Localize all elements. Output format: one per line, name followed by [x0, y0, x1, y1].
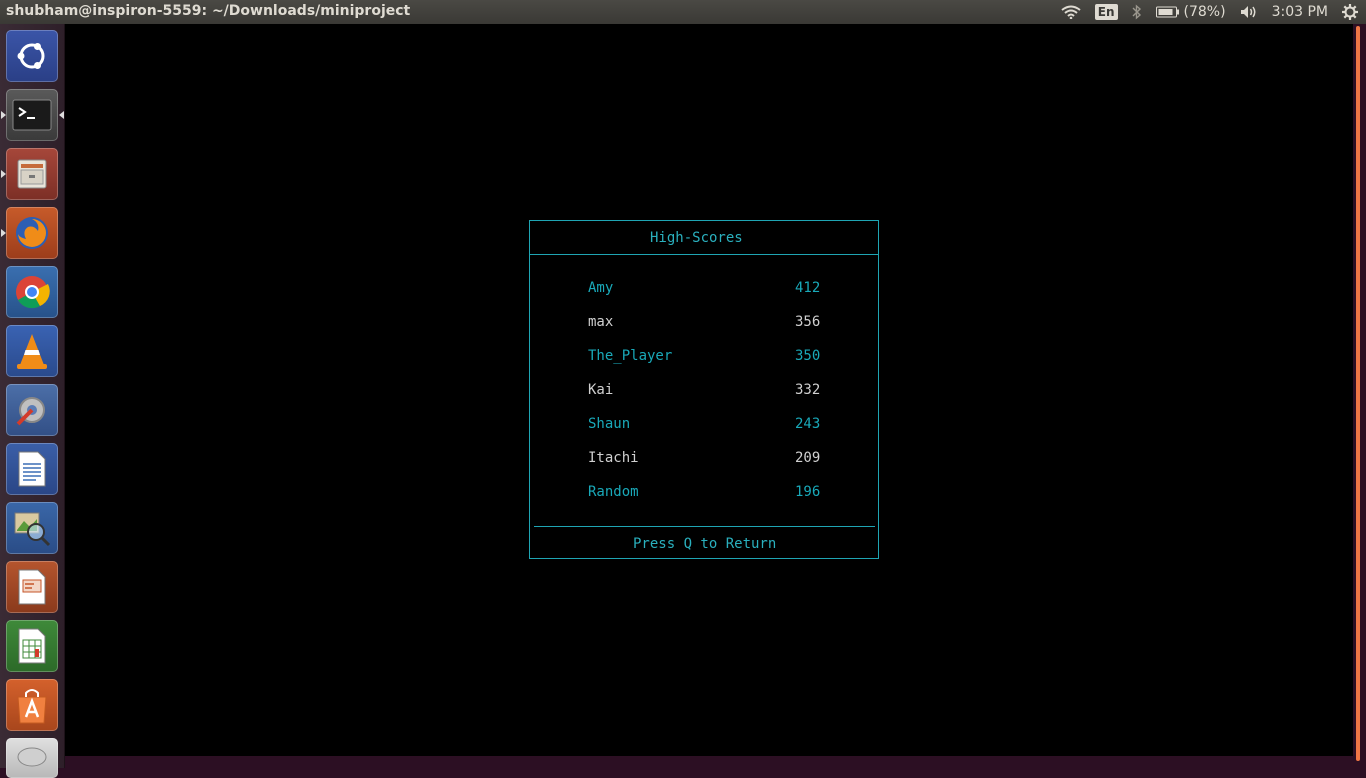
wifi-icon[interactable] — [1061, 5, 1081, 19]
launcher-ubuntu-dash[interactable] — [6, 30, 58, 82]
launcher-drive[interactable] — [6, 738, 58, 778]
top-panel: shubham@inspiron-5559: ~/Downloads/minip… — [0, 0, 1366, 24]
terminal-scrollbar[interactable] — [1353, 24, 1366, 768]
writer-document-icon — [18, 451, 46, 487]
player-score: 350 — [795, 348, 821, 364]
player-score: 209 — [795, 450, 821, 466]
launcher-software-center[interactable] — [6, 679, 58, 731]
volume-icon[interactable] — [1240, 5, 1258, 19]
score-row: Random 196 — [588, 484, 848, 502]
return-hint: Press Q to Return — [633, 536, 777, 552]
score-row: max 356 — [588, 314, 848, 332]
player-name: Amy — [588, 280, 614, 296]
launcher — [0, 24, 65, 778]
player-score: 196 — [795, 484, 821, 500]
ubuntu-logo-icon — [17, 43, 45, 69]
file-cabinet-icon — [17, 159, 47, 189]
software-center-bag-icon — [17, 689, 47, 724]
image-viewer-magnifier-icon — [14, 512, 51, 547]
battery-percent: (78%) — [1183, 4, 1226, 20]
highscore-divider — [534, 526, 875, 527]
player-score: 332 — [795, 382, 821, 398]
indicator-area: En (78%) 3:03 PM — [1061, 0, 1366, 24]
player-score: 356 — [795, 314, 821, 330]
score-row: Kai 332 — [588, 382, 848, 400]
keyboard-layout-label: En — [1094, 4, 1118, 20]
terminal-bottom-edge — [65, 756, 1353, 768]
score-row: Itachi 209 — [588, 450, 848, 468]
firefox-icon — [16, 217, 48, 249]
score-row: Shaun 243 — [588, 416, 848, 434]
drive-icon — [17, 747, 47, 767]
session-gear-icon[interactable] — [1342, 4, 1358, 20]
player-name: Itachi — [588, 450, 639, 466]
launcher-firefox[interactable] — [6, 207, 58, 259]
launcher-libreoffice-calc[interactable] — [6, 620, 58, 672]
score-row: Amy 412 — [588, 280, 848, 298]
launcher-libreoffice-impress[interactable] — [6, 561, 58, 613]
player-name: Kai — [588, 382, 614, 398]
player-score: 412 — [795, 280, 821, 296]
highscore-title: High-Scores — [650, 230, 743, 246]
settings-wrench-icon — [16, 397, 45, 426]
score-row: The_Player 350 — [588, 348, 848, 366]
battery-icon — [1155, 6, 1179, 18]
player-name: Shaun — [588, 416, 631, 432]
player-name: Random — [588, 484, 639, 500]
calc-spreadsheet-icon — [18, 628, 46, 664]
highscore-panel: High-Scores Amy 412 max 356 The_Player 3… — [529, 220, 879, 559]
battery-indicator[interactable]: (78%) — [1155, 4, 1226, 20]
window-title: shubham@inspiron-5559: ~/Downloads/minip… — [6, 3, 411, 19]
player-score: 243 — [795, 416, 821, 432]
impress-presentation-icon — [18, 569, 46, 605]
launcher-image-viewer[interactable] — [6, 502, 58, 554]
scrollbar-thumb[interactable] — [1356, 26, 1360, 761]
launcher-system-settings[interactable] — [6, 384, 58, 436]
terminal-window[interactable]: High-Scores Amy 412 max 356 The_Player 3… — [65, 24, 1353, 756]
launcher-files[interactable] — [6, 148, 58, 200]
launcher-chrome[interactable] — [6, 266, 58, 318]
keyboard-layout-indicator[interactable]: En — [1094, 4, 1118, 20]
launcher-libreoffice-writer[interactable] — [6, 443, 58, 495]
player-name: max — [588, 314, 614, 330]
highscore-header: High-Scores — [530, 221, 878, 255]
chrome-icon — [16, 276, 50, 309]
vlc-cone-icon — [17, 334, 47, 369]
clock[interactable]: 3:03 PM — [1272, 4, 1328, 20]
bluetooth-icon[interactable] — [1132, 4, 1142, 20]
player-name: The_Player — [588, 348, 673, 364]
launcher-terminal[interactable] — [6, 89, 58, 141]
terminal-icon — [12, 99, 52, 131]
launcher-vlc[interactable] — [6, 325, 58, 377]
